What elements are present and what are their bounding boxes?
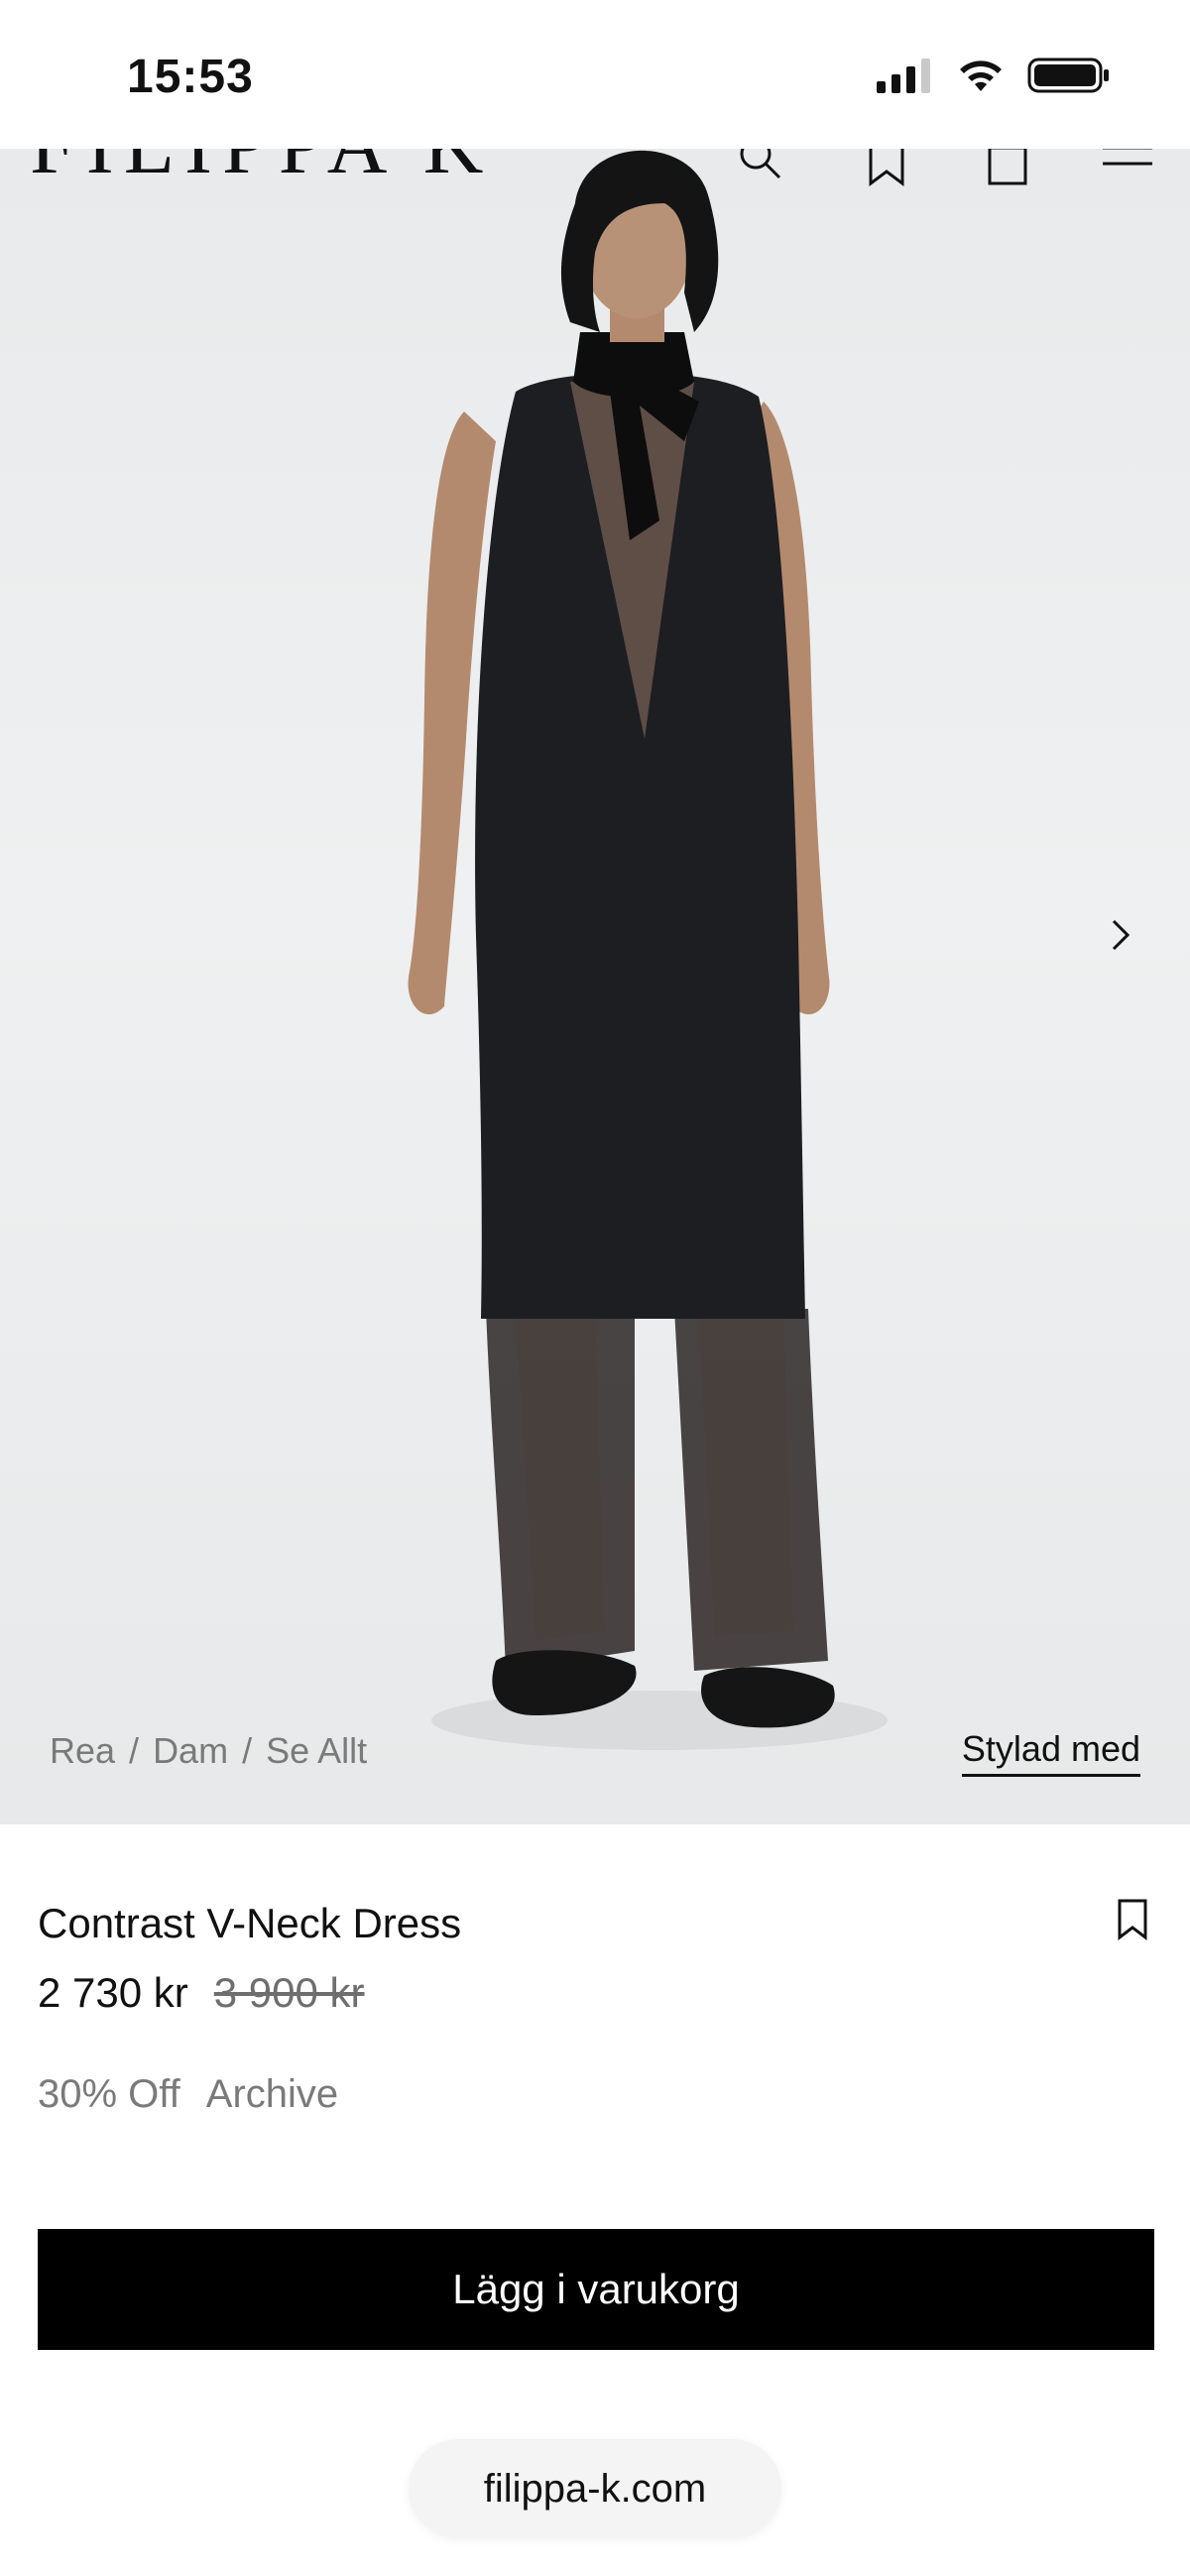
chevron-right-icon <box>1111 918 1130 957</box>
status-bar: 15:53 <box>0 0 1190 149</box>
styled-with-link[interactable]: Stylad med <box>961 1728 1140 1777</box>
breadcrumb-separator: / <box>242 1730 253 1771</box>
price-row: 2 730 kr 3 900 kr <box>38 1969 365 2017</box>
breadcrumb-item-women[interactable]: Dam <box>153 1730 228 1772</box>
bag-icon[interactable] <box>986 144 1029 192</box>
menu-icon[interactable] <box>1101 144 1154 188</box>
breadcrumb-item-sale[interactable]: Rea <box>50 1730 115 1772</box>
battery-icon <box>1027 56 1111 100</box>
browser-url-bar[interactable]: filippa-k.com <box>409 2439 781 2538</box>
discount-tag: 30% Off <box>38 2072 180 2116</box>
next-image-button[interactable] <box>1099 907 1142 967</box>
product-name: Contrast V-Neck Dress <box>38 1900 462 1946</box>
original-price: 3 900 kr <box>213 1969 365 2016</box>
product-image <box>408 150 888 1750</box>
status-time: 15:53 <box>127 51 254 103</box>
collection-tag: Archive <box>205 2072 339 2116</box>
bookmark-icon[interactable] <box>865 144 908 192</box>
breadcrumb: Rea / Dam / Se Allt <box>50 1730 367 1772</box>
wifi-icon <box>956 58 1006 98</box>
brand-logo[interactable]: FILIPPA K <box>30 144 493 187</box>
signal-icon <box>877 58 934 98</box>
product-tags: 30% Off Archive <box>38 2072 338 2117</box>
breadcrumb-item-see-all[interactable]: Se Allt <box>266 1730 367 1772</box>
current-price: 2 730 kr <box>38 1969 188 2016</box>
product-info: Contrast V-Neck Dress 2 730 kr 3 900 kr … <box>0 1824 1190 2576</box>
product-image-gallery[interactable]: FILIPPA K Rea / Dam / Se Allt Stylad med <box>0 144 1190 1824</box>
wishlist-bookmark-icon[interactable] <box>1115 1898 1150 1946</box>
status-icons <box>877 56 1111 100</box>
site-header: FILIPPA K <box>0 144 1190 213</box>
search-icon[interactable] <box>736 144 785 188</box>
breadcrumb-separator: / <box>129 1730 140 1771</box>
add-to-cart-button[interactable]: Lägg i varukorg <box>38 2229 1154 2350</box>
